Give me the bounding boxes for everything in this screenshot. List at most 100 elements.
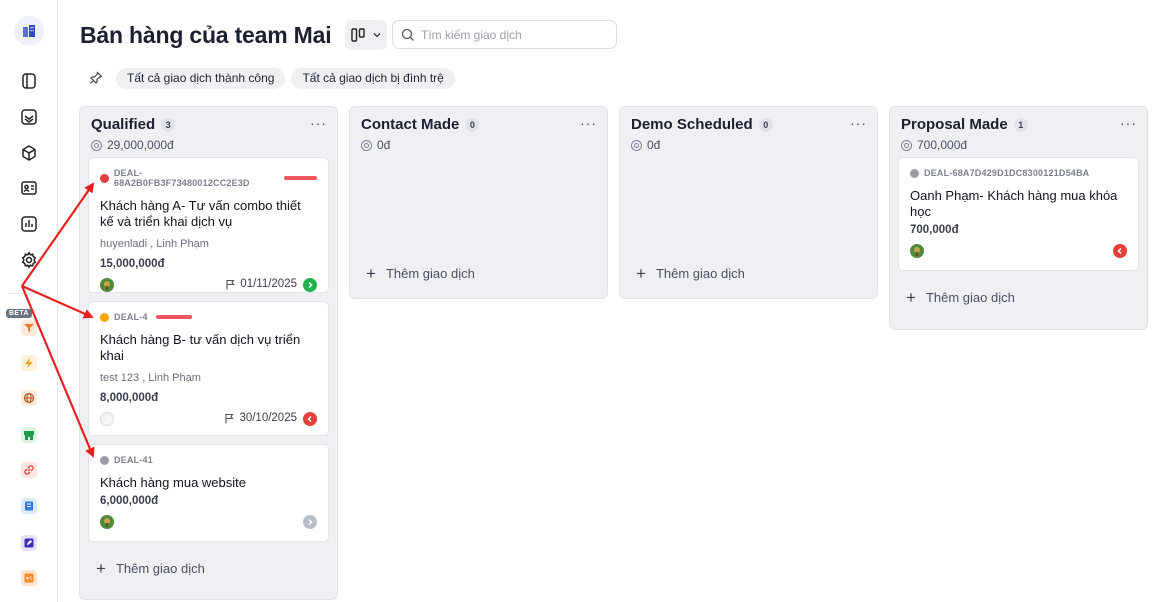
deal-amount: 6,000,000đ <box>100 495 159 507</box>
deal-title: Khách hàng A- Tư vấn combo thiết kế và t… <box>100 198 301 229</box>
book-icon[interactable] <box>21 498 37 514</box>
column-total: 0đ <box>647 138 661 152</box>
funnel-icon[interactable] <box>21 320 37 336</box>
column-header: Contact Made 0 ··· 0đ <box>350 107 607 157</box>
column-more-icon[interactable]: ··· <box>580 115 597 131</box>
pipeline-column-qualified: Qualified 3 ··· 29,000,000đ DEAL-68A2B0F… <box>79 106 338 600</box>
deal-card[interactable]: DEAL-68A2B0FB3F73480012CC2E3D Khách hàng… <box>88 157 329 293</box>
plus-icon: + <box>366 263 376 283</box>
edit-icon[interactable] <box>21 535 37 551</box>
deal-status-dot <box>100 455 109 465</box>
deal-id: DEAL-68A2B0FB3F73480012CC2E3D <box>113 168 250 188</box>
deal-due-date: 01/11/2025 <box>225 278 297 290</box>
stage-back-button[interactable] <box>303 412 317 426</box>
board-icon[interactable] <box>19 71 39 91</box>
deal-id: DEAL-4 <box>114 312 148 322</box>
product-box-icon[interactable] <box>19 143 39 163</box>
column-header: Qualified 3 ··· 29,000,000đ <box>80 107 337 157</box>
contact-card-icon[interactable] <box>19 178 39 198</box>
column-more-icon[interactable]: ··· <box>1120 115 1137 131</box>
add-deal-button[interactable]: + Thêm giao dịch <box>890 279 1147 315</box>
deal-status-dot <box>100 312 109 322</box>
deal-title: Khách hàng B- tư vấn dịch vụ triển khai <box>100 332 301 363</box>
plus-icon: + <box>906 287 916 307</box>
column-total: 700,000đ <box>917 138 968 152</box>
plus-icon: + <box>636 263 646 283</box>
deal-status-dot <box>910 168 919 178</box>
add-deal-button[interactable]: + Thêm giao dịch <box>620 255 877 291</box>
deal-id: DEAL-41 <box>114 455 153 465</box>
deal-amount: 8,000,000đ <box>100 392 159 404</box>
flag-icon <box>226 279 235 289</box>
plus-icon: + <box>96 558 106 578</box>
store-icon[interactable] <box>21 427 37 443</box>
add-deal-label: Thêm giao dịch <box>655 265 745 281</box>
avatar[interactable] <box>100 278 114 292</box>
column-title: Contact Made <box>361 116 460 133</box>
pin-icon[interactable] <box>84 67 108 89</box>
search-input[interactable] <box>421 27 601 42</box>
chevron-right-icon <box>308 281 313 289</box>
avatar[interactable] <box>100 412 114 426</box>
search-box[interactable] <box>392 20 617 49</box>
sidebar: BETA <box>0 0 58 602</box>
link-icon[interactable] <box>21 462 37 478</box>
filter-bar: Tất cả giao dịch thành công Tất cả giao … <box>84 67 455 89</box>
bolt-icon[interactable] <box>21 355 37 371</box>
sidebar-divider <box>8 293 50 294</box>
column-title: Proposal Made <box>901 116 1008 133</box>
due-date-text: 01/11/2025 <box>240 278 297 290</box>
chevron-left-icon <box>307 415 312 423</box>
survey-icon[interactable] <box>21 570 37 586</box>
coin-icon <box>901 139 912 151</box>
column-title: Demo Scheduled <box>631 116 753 133</box>
gear-icon[interactable] <box>19 250 39 270</box>
deal-card[interactable]: DEAL-41 Khách hàng mua website 6,000,000… <box>88 444 329 542</box>
priority-bar <box>155 315 192 319</box>
stage-next-button[interactable] <box>303 515 317 529</box>
avatar[interactable] <box>910 244 924 258</box>
column-title: Qualified <box>91 116 156 133</box>
kanban-view-icon <box>351 28 366 42</box>
deal-people: huyenladi , Linh Phạm <box>100 238 209 250</box>
pipeline-column-proposal-made: Proposal Made 1 ··· 700,000đ DEAL-68A7D4… <box>889 106 1148 330</box>
add-deal-button[interactable]: + Thêm giao dịch <box>350 255 607 291</box>
due-date-text: 30/10/2025 <box>239 412 297 424</box>
chevron-right-icon <box>308 518 313 526</box>
pipeline-column-demo-scheduled: Demo Scheduled 0 ··· 0đ + Thêm giao dịch <box>619 106 878 299</box>
flag-icon <box>225 413 235 423</box>
coin-icon <box>361 139 372 151</box>
stage-next-button[interactable] <box>303 278 317 292</box>
deal-title: Oanh Phạm- Khách hàng mua khóa học <box>910 188 1118 219</box>
deal-status-dot <box>100 173 109 183</box>
filter-chip-stalled-deals[interactable]: Tất cả giao dịch bị đình trệ <box>291 67 455 89</box>
page-title: Bán hàng của team Mai <box>80 21 332 48</box>
globe-icon[interactable] <box>21 390 37 406</box>
deal-card[interactable]: DEAL-68A7D429D1DC8300121D54BA Oanh Phạm-… <box>898 157 1139 271</box>
add-deal-button[interactable]: + Thêm giao dịch <box>80 550 337 586</box>
inbox-icon[interactable] <box>19 107 39 127</box>
logo-icon[interactable] <box>14 16 44 46</box>
stage-back-button[interactable] <box>1113 244 1127 258</box>
view-switcher-button[interactable] <box>345 20 388 50</box>
column-count-badge: 0 <box>758 117 773 132</box>
deal-people: test 123 , Linh Phạm <box>100 372 201 384</box>
report-chart-icon[interactable] <box>19 214 39 234</box>
avatar[interactable] <box>100 515 114 529</box>
page-header: Bán hàng của team Mai <box>80 18 388 52</box>
coin-icon <box>631 139 642 151</box>
column-header: Demo Scheduled 0 ··· 0đ <box>620 107 877 157</box>
column-more-icon[interactable]: ··· <box>850 115 867 131</box>
deal-amount: 15,000,000đ <box>100 258 165 270</box>
deal-due-date: 30/10/2025 <box>224 412 297 424</box>
chevron-left-icon <box>1117 247 1122 255</box>
deal-card[interactable]: DEAL-4 Khách hàng B- tư vấn dịch vụ triể… <box>88 301 329 436</box>
add-deal-label: Thêm giao dịch <box>115 560 205 576</box>
add-deal-label: Thêm giao dịch <box>385 265 475 281</box>
deal-id: DEAL-68A7D429D1DC8300121D54BA <box>924 168 1090 178</box>
column-more-icon[interactable]: ··· <box>310 115 327 131</box>
filter-chip-successful-deals[interactable]: Tất cả giao dịch thành công <box>116 67 286 89</box>
column-count-badge: 1 <box>1013 117 1028 132</box>
priority-bar <box>283 176 318 180</box>
chevron-down-icon <box>373 33 381 38</box>
